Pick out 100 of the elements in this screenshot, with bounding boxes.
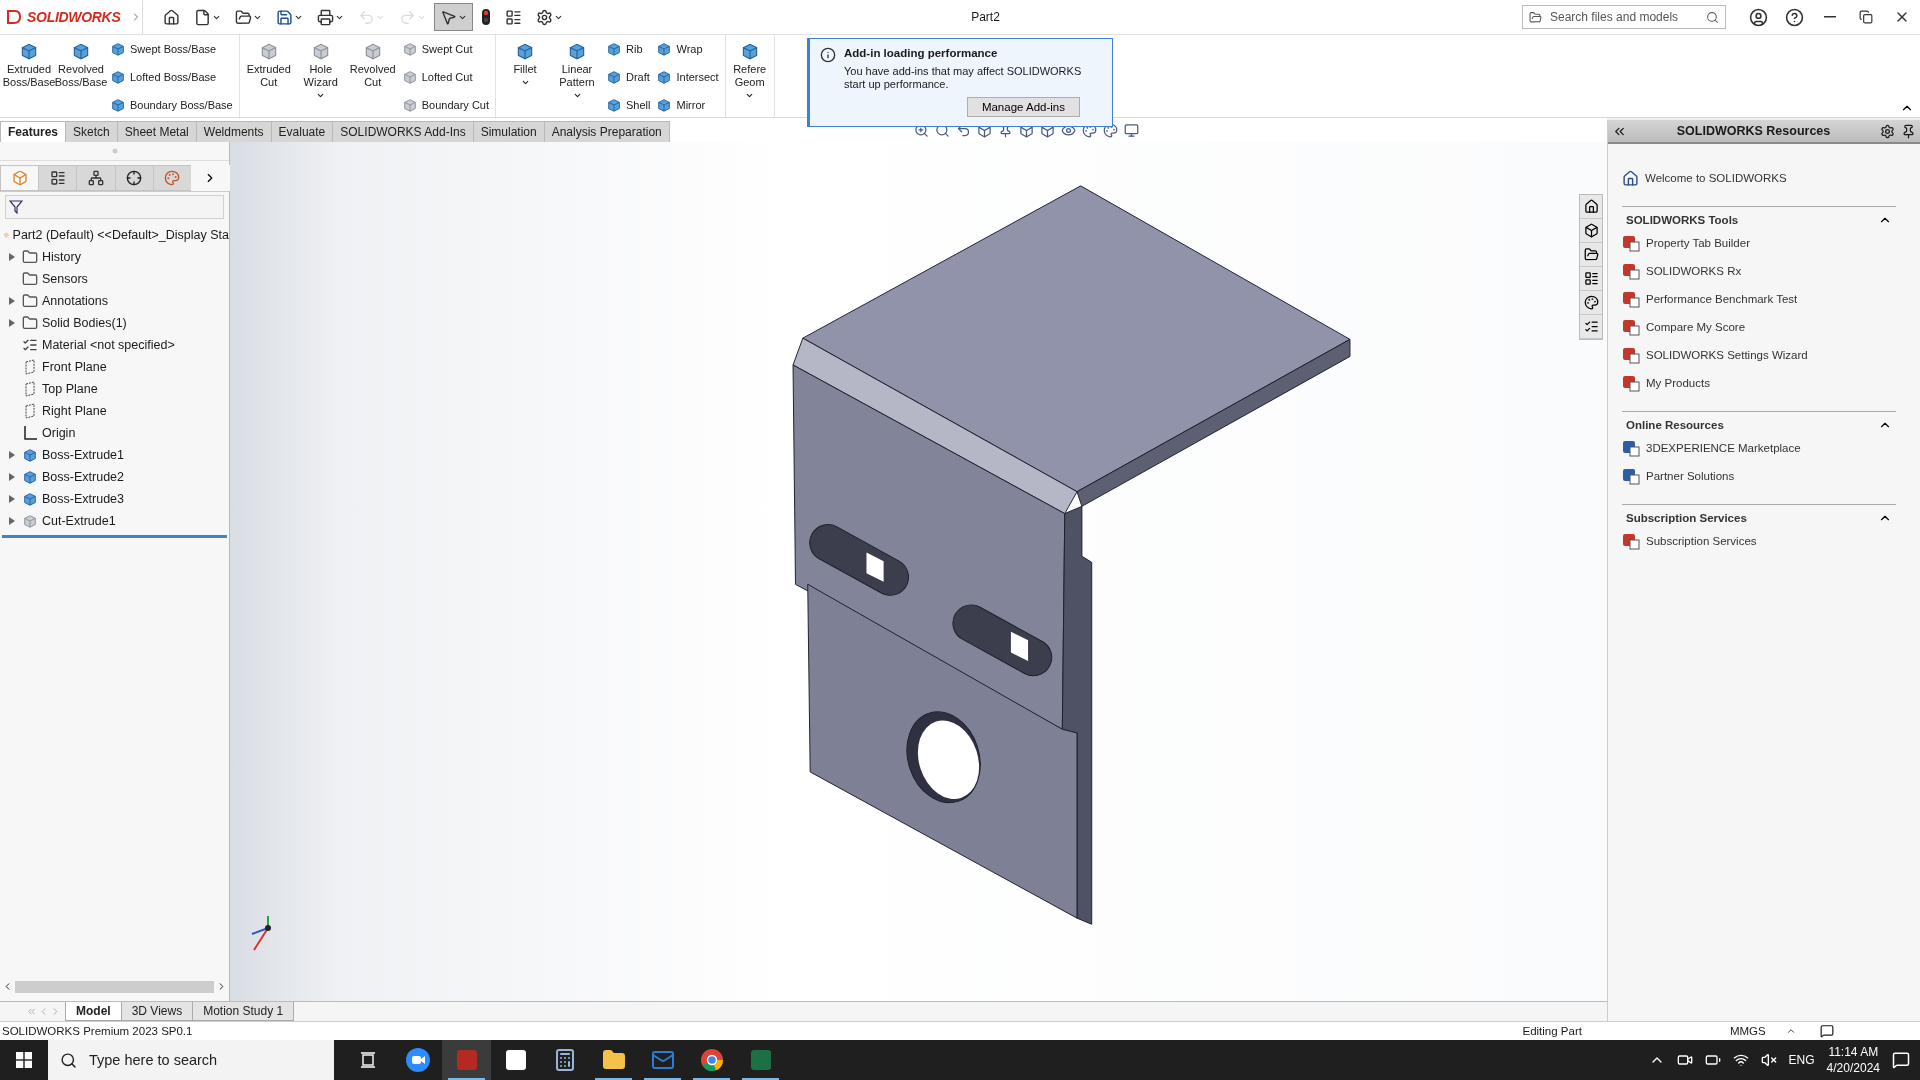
panel-tab[interactable] [76,165,116,191]
cube-icon [606,41,622,57]
search-box[interactable]: Search files and models [1522,5,1726,29]
ribbon-command-button[interactable]: Revolved Boss/Base [56,39,106,115]
notifications-icon[interactable] [1892,1051,1910,1069]
command-tab[interactable]: Sheet Metal [116,121,197,142]
panel-tab[interactable] [38,165,78,191]
ribbon-command-button[interactable]: Hole Wizard [295,39,346,115]
model-tab[interactable]: 3D Views [120,1002,194,1021]
manage-add-ins-button[interactable]: Manage Add-ins [966,97,1080,117]
ribbon-command-button[interactable]: Wrap [654,40,721,58]
tree-item[interactable]: Sensors [42,272,88,286]
clock[interactable]: 11:14 AM 4/20/2024 [1826,1044,1880,1076]
expand-arrow-icon[interactable] [9,517,15,525]
resource-link[interactable]: My Products [1622,369,1896,397]
language-indicator[interactable]: ENG [1788,1053,1815,1067]
resource-link[interactable]: SOLIDWORKS Settings Wizard [1622,341,1896,369]
view-settings-icon[interactable] [1123,122,1139,138]
ribbon-command-button[interactable]: Lofted Boss/Base [108,68,235,86]
tree-item[interactable]: Origin [42,426,76,440]
tree-item[interactable]: Material <not specified> [42,338,175,352]
ribbon-command-button[interactable]: Fillet [500,39,550,115]
ribbon-command-button[interactable]: Revolved Cut [347,39,398,115]
resource-link[interactable]: Welcome to SOLIDWORKS [1622,164,1896,192]
units-caret-icon[interactable] [1785,1026,1796,1036]
resource-link[interactable]: SOLIDWORKS Rx [1622,257,1896,285]
display-palette-icon [164,170,181,186]
command-tab[interactable]: Evaluate [270,121,334,142]
cube-icon [401,69,418,85]
expand-arrow-icon[interactable] [9,495,15,503]
grip-icon[interactable] [111,148,118,154]
ribbon-command-button[interactable]: Swept Cut [399,40,491,58]
settings-icon[interactable] [1880,123,1895,139]
command-tab[interactable]: Sketch [65,121,118,142]
meet-now-icon[interactable] [1676,1052,1693,1068]
tree-item[interactable]: Boss-Extrude3 [42,492,124,506]
model-tab[interactable]: Model [65,1002,122,1021]
resource-link[interactable]: Subscription Services [1622,527,1896,555]
ribbon-command-button[interactable]: Boundary Boss/Base [108,96,235,114]
pin-icon[interactable] [1901,123,1916,139]
printer-icon [317,8,334,26]
expand-arrow-icon[interactable] [9,473,15,481]
ribbon-command-button[interactable]: Intersect [654,68,721,86]
tree-item[interactable]: History [42,250,81,264]
wifi-icon[interactable] [1732,1052,1749,1068]
folder-icon [1583,247,1599,262]
filter-field[interactable] [5,195,224,219]
crosshair-icon [126,170,143,186]
volume-muted-icon[interactable] [1760,1052,1777,1068]
resource-link[interactable]: 3DEXPERIENCE Marketplace [1622,434,1896,462]
tree-item[interactable]: Annotations [42,294,109,308]
ribbon-command-button[interactable]: Boundary Cut [399,96,491,114]
ribbon-command-button[interactable]: Swept Boss/Base [108,40,235,58]
tree-item[interactable]: Top Plane [42,382,98,396]
feedback-icon[interactable] [1819,1024,1834,1038]
tree-item[interactable]: Part2 (Default) <<Default>_Display Sta [12,228,229,242]
plane-icon [22,403,38,419]
resource-link[interactable]: Performance Benchmark Test [1622,285,1896,313]
tree-item[interactable]: Front Plane [42,360,107,374]
command-tab[interactable]: Simulation [472,121,545,142]
tree-item[interactable]: Boss-Extrude2 [42,470,124,484]
select-button[interactable] [434,3,473,31]
tree-item[interactable]: Right Plane [42,404,107,418]
status-mode-text: Editing Part [1521,1025,1582,1037]
ribbon-command-button[interactable]: Mirror [654,96,721,114]
resource-link[interactable]: Property Tab Builder [1622,229,1896,257]
command-tab[interactable]: Weldments [195,121,272,142]
expand-arrow-icon[interactable] [9,297,15,305]
home-icon [1583,199,1599,214]
ribbon-command-button[interactable]: Refere Geom [729,39,770,115]
scrollbar-thumb[interactable] [15,980,214,993]
resource-link[interactable]: Partner Solutions [1622,462,1896,490]
ribbon-command-button[interactable]: Lofted Cut [399,68,491,86]
command-tab[interactable]: Analysis Preparation [543,121,670,142]
search-field[interactable]: Search files and models [1548,9,1700,25]
ribbon-command-button[interactable]: Extruded Boss/Base [4,39,54,115]
units-text[interactable]: MMGS [1581,1025,1766,1037]
outlook-app-icon [650,1048,675,1072]
expand-arrow-icon[interactable] [9,451,15,459]
ribbon-command-button[interactable]: Rib [604,40,653,58]
filter-icon [9,200,23,214]
resource-link[interactable]: Compare My Score [1622,313,1896,341]
command-tab[interactable]: Features [0,121,67,142]
battery-icon[interactable] [1704,1052,1721,1068]
expand-arrow-icon[interactable] [9,319,15,327]
taskbar-search-box[interactable]: Type here to search [48,1040,334,1080]
ribbon-command-button[interactable]: Linear Pattern [552,39,602,115]
model-tab[interactable]: Motion Study 1 [192,1002,295,1021]
property-list-icon [49,170,66,186]
ribbon-command-button[interactable]: Extruded Cut [243,39,294,115]
taskbar-search-field[interactable]: Type here to search [87,1051,311,1069]
tree-item[interactable]: Boss-Extrude1 [42,448,124,462]
panel-tab[interactable] [114,165,154,191]
expand-arrow-icon[interactable] [9,253,15,261]
ribbon-command-button[interactable]: Shell [604,96,653,114]
configuration-tree-icon [87,170,104,186]
tree-item[interactable]: Solid Bodies(1) [42,316,127,330]
command-tab[interactable]: SOLIDWORKS Add-Ins [332,121,474,142]
tree-item[interactable]: Cut-Extrude1 [42,514,116,528]
ribbon-command-button[interactable]: Draft [604,68,653,86]
